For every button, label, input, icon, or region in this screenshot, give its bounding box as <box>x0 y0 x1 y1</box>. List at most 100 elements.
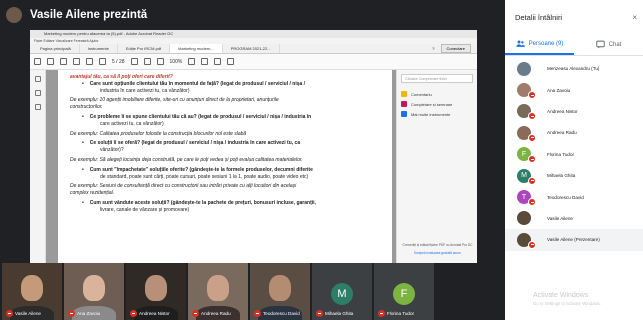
tab-document-3[interactable]: PROGRAM 2021-22... <box>223 44 280 53</box>
connect-button[interactable]: Conectare <box>440 44 471 53</box>
participant-row[interactable]: Andreea Radu <box>505 122 643 143</box>
presenter-title: Vasile Ailene prezintă <box>30 9 148 21</box>
document-line: vânzător)? <box>100 147 124 154</box>
search-icon[interactable] <box>73 58 80 65</box>
avatar <box>517 83 536 100</box>
avatar: F <box>517 147 536 164</box>
tile-name: Vasile Ailene <box>15 311 41 316</box>
window-title-bar: Marketing modern pentru afacerea ta (5).… <box>30 30 477 38</box>
video-tile[interactable]: Andreea Nistor <box>126 263 186 320</box>
prev-page-icon[interactable] <box>86 58 93 65</box>
document-line: livrare, canale de vânzare și promovare) <box>100 206 190 213</box>
document-line: Cum sunt "împachetate" soluțiile oferite… <box>70 167 380 174</box>
tile-name: Ana Zavoiu <box>77 311 101 316</box>
shared-screen: Marketing modern pentru afacerea ta (5).… <box>30 30 477 263</box>
tab-home[interactable]: Pagina principală <box>32 44 80 53</box>
participant-row[interactable]: Ana Zavoiu <box>505 79 643 100</box>
video-tile[interactable]: M Mihaela Ghita <box>312 263 372 320</box>
help-icon[interactable]: ? <box>432 46 434 51</box>
meet-window: Vasile Ailene prezintă Marketing modern … <box>0 0 643 320</box>
video-tile[interactable]: Ana Zavoiu <box>64 263 124 320</box>
tools-pane: Căutare Comprimare fișier Comentariu Com… <box>396 70 477 263</box>
email-icon[interactable] <box>60 58 67 65</box>
panel-header: Detalii întâlniri × <box>505 0 643 34</box>
tile-name: Mihaela Ghita <box>325 311 354 316</box>
close-icon[interactable]: × <box>632 13 637 22</box>
participant-row[interactable]: M Mihaela Ghita <box>505 165 643 186</box>
tile-name: Andreea Nistor <box>139 311 170 316</box>
document-line: Care sunt opțiunile clientului tău în mo… <box>70 81 380 88</box>
mic-off-icon <box>254 310 261 317</box>
participant-name: Vasile Ailene (Prezentare) <box>547 237 600 243</box>
sign-icon[interactable] <box>227 58 235 65</box>
tab-document-active[interactable]: Marketing modern... <box>170 44 223 53</box>
participant-row[interactable]: Vasile Ailene <box>505 208 643 229</box>
fill-sign-tool-icon <box>401 101 407 107</box>
tab-chat[interactable]: Chat <box>574 34 643 55</box>
participant-row[interactable]: F Florina Tudor <box>505 144 643 165</box>
zoom-level[interactable]: 100% <box>170 59 183 65</box>
cursor-icon[interactable] <box>130 58 138 65</box>
tool-fill-sign[interactable]: Completare și semnare <box>401 99 473 109</box>
document-line: industria în care activezi tu, ca vânzăt… <box>100 87 190 94</box>
tab-right-controls: ? Conectare <box>432 44 477 53</box>
mic-off-icon <box>130 310 137 317</box>
promo-link[interactable]: Începeți evaluarea gratuită acum <box>401 251 474 255</box>
participant-row[interactable]: Menzeasu Alexandru (Tu) <box>505 58 643 79</box>
participant-row[interactable]: T Teodorescu David <box>505 186 643 207</box>
fit-page-icon[interactable] <box>188 58 196 65</box>
highlight-icon[interactable] <box>214 58 222 65</box>
tab-document-1[interactable]: Ediție Pro IRCM.pdf <box>118 44 171 53</box>
tab-chat-label: Chat <box>608 41 622 48</box>
hand-icon[interactable] <box>143 58 151 65</box>
person-head <box>83 275 105 301</box>
avatar <box>517 232 536 249</box>
tool-more[interactable]: Mai multe instrumente <box>401 109 473 119</box>
document-line: Ce soluții îi se oferă? (legat de produs… <box>70 140 380 147</box>
print-icon[interactable] <box>47 58 54 65</box>
document-line: care activezi tu, ca vânzător) <box>100 120 164 127</box>
document-line: de standard, poate sunt cărți, poate cur… <box>100 173 309 180</box>
tab-people[interactable]: Persoane (9) <box>505 34 574 55</box>
tab-people-label: Persoane (9) <box>528 40 564 47</box>
mic-off-icon <box>378 310 385 317</box>
bookmark-icon[interactable] <box>34 104 41 110</box>
document-line: De exemplu: Să alegeți locuința deja con… <box>70 156 303 163</box>
participant-name: Andreea Radu <box>547 130 577 136</box>
left-nav-pane <box>30 70 46 263</box>
comment-icon[interactable] <box>201 58 209 65</box>
person-head <box>145 275 167 301</box>
participant-row[interactable]: Vasile Ailene (Prezentare) <box>505 229 643 251</box>
participant-list: Menzeasu Alexandru (Tu) Ana Zavoiu Andreea… <box>505 56 643 251</box>
tools-search-input[interactable]: Căutare Comprimare fișier <box>401 74 473 83</box>
participant-name: Menzeasu Alexandru (Tu) <box>547 66 600 72</box>
avatar: F <box>393 283 415 305</box>
tool-comment[interactable]: Comentariu <box>401 89 473 99</box>
participant-row[interactable]: Andreea Nistor <box>505 101 643 122</box>
mic-off-icon <box>528 176 536 185</box>
participant-name: Teodorescu David <box>547 194 584 200</box>
mic-off-icon <box>528 198 536 207</box>
save-icon[interactable] <box>34 58 41 65</box>
video-tile[interactable]: Teodorescu David <box>250 263 310 320</box>
video-tile[interactable]: F Florina Tudor <box>374 263 434 320</box>
mic-off-icon <box>528 155 536 164</box>
reader-tab-bar: Pagina principală Instrumente Ediție Pro… <box>30 44 477 54</box>
mic-off-icon <box>6 310 13 317</box>
video-tile[interactable]: Vasile Ailene <box>2 263 62 320</box>
tab-tools[interactable]: Instrumente <box>80 44 118 53</box>
attachment-icon[interactable] <box>34 90 41 96</box>
avatar: M <box>331 283 353 305</box>
presenter-avatar <box>6 7 22 23</box>
participant-name: Mihaela Ghita <box>547 173 576 179</box>
document-viewport[interactable]: avantajul tău, ca să îl poți oferi care … <box>46 70 396 263</box>
people-icon <box>516 40 525 47</box>
avatar: M <box>517 168 536 185</box>
activate-windows-watermark: Activate Windows Go to Settings to activ… <box>533 292 601 306</box>
promo-text: Convertiți și editați fișiere PDF cu Acr… <box>402 243 473 248</box>
page-indicator[interactable]: 5 / 28 <box>112 59 125 65</box>
zoom-out-icon[interactable] <box>156 58 164 65</box>
next-page-icon[interactable] <box>99 58 106 65</box>
thumbnails-icon[interactable] <box>34 76 41 82</box>
video-tile[interactable]: Andreea Radu <box>188 263 248 320</box>
